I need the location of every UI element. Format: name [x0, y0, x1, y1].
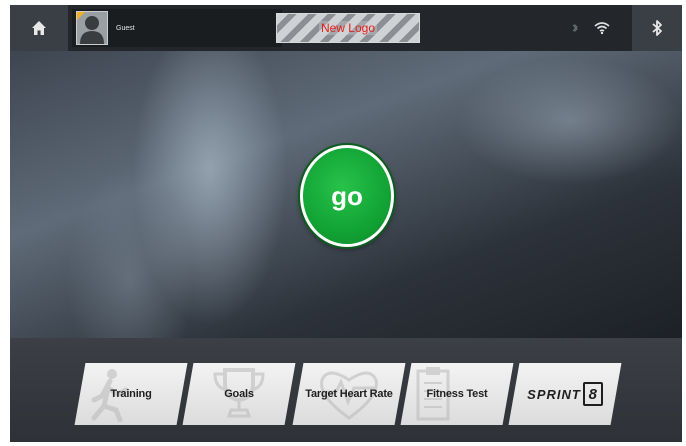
- logo-text: New Logo: [318, 21, 378, 35]
- tile-label-training: Training: [110, 388, 152, 400]
- goals-tile[interactable]: Goals: [182, 363, 296, 425]
- tile-label-target-heart-rate: Target Heart Rate: [305, 388, 393, 400]
- brand-logo: New Logo: [276, 13, 420, 43]
- status-icons: [570, 15, 610, 41]
- sprint-badge: 8: [582, 382, 603, 406]
- bottom-menu: Training Goals Target Heart Rate Fitness…: [10, 338, 682, 442]
- user-profile[interactable]: Guest: [72, 9, 282, 47]
- main-area: go: [10, 51, 682, 338]
- top-bar: Guest New Logo: [10, 5, 682, 51]
- target-heart-rate-tile[interactable]: Target Heart Rate: [292, 363, 406, 425]
- sprint8-tile[interactable]: SPRINT 8: [508, 363, 622, 425]
- home-icon: [32, 21, 46, 35]
- training-tile[interactable]: Training: [74, 363, 188, 425]
- go-button[interactable]: go: [300, 145, 394, 247]
- console-screen: Guest New Logo go Training Goals Target …: [10, 5, 682, 442]
- avatar: [76, 11, 108, 45]
- go-label: go: [331, 180, 363, 211]
- bluetooth-small-icon: [572, 23, 578, 33]
- tile-label-fitness-test: Fitness Test: [426, 388, 488, 400]
- home-button[interactable]: [10, 5, 68, 51]
- bluetooth-button[interactable]: [632, 5, 682, 51]
- sprint-word: SPRINT: [527, 386, 581, 402]
- fitness-test-tile[interactable]: Fitness Test: [400, 363, 514, 425]
- wifi-icon: [594, 22, 610, 35]
- tile-label-goals: Goals: [224, 388, 254, 400]
- bluetooth-icon: [652, 20, 662, 36]
- user-name: Guest: [116, 24, 135, 32]
- sprint8-logo: SPRINT 8: [514, 363, 616, 425]
